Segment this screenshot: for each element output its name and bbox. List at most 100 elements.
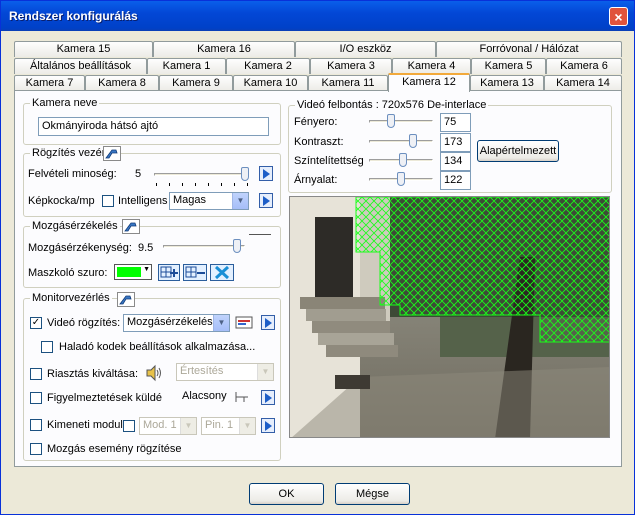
video-rec-checkbox[interactable]: ✓ — [30, 317, 42, 329]
tab-kamera-10[interactable]: Kamera 10 — [233, 75, 308, 91]
intelligent-checkbox[interactable] — [102, 195, 114, 207]
tab-kamera-7[interactable]: Kamera 7 — [14, 75, 85, 91]
output-pin-select[interactable]: Pin. 1 ▼ — [201, 417, 256, 435]
ok-button[interactable]: OK — [249, 483, 324, 505]
tab-kamera-16[interactable]: Kamera 16 — [153, 41, 295, 57]
quality-apply-button[interactable] — [259, 166, 273, 181]
hue-input[interactable]: 122 — [440, 171, 471, 190]
brightness-label: Fényero: — [294, 116, 338, 128]
monitor-control-label: Monitorvezérlés — [30, 292, 112, 304]
output-module-sub-checkbox[interactable] — [123, 420, 135, 432]
mask-color-picker[interactable]: ▼ — [114, 264, 152, 280]
saturation-slider-thumb[interactable] — [399, 153, 407, 167]
alarm-checkbox[interactable] — [30, 368, 42, 380]
tab-general-settings[interactable]: Általános beállítások — [14, 58, 147, 74]
hue-slider-thumb[interactable] — [397, 172, 405, 186]
default-button[interactable]: Alapértelmezett — [477, 140, 559, 162]
contrast-input[interactable]: 173 — [440, 133, 471, 152]
quality-label: Felvételi minoség: — [28, 168, 117, 180]
tab-io-device[interactable]: I/O eszköz — [295, 41, 436, 57]
grid-add-icon — [160, 266, 178, 278]
chevron-down-icon[interactable]: ▼ — [257, 364, 273, 380]
tab-kamera-13[interactable]: Kamera 13 — [470, 75, 544, 91]
advanced-codec-checkbox[interactable] — [41, 341, 53, 353]
camera-preview[interactable] — [289, 196, 610, 438]
saturation-input[interactable]: 134 — [440, 152, 471, 171]
brightness-slider-thumb[interactable] — [387, 114, 395, 128]
video-rec-select[interactable]: Mozgásérzékelés ▼ — [123, 314, 230, 332]
recording-control-label: Rögzítés vezér — [30, 147, 108, 159]
mask-filter-label: Maszkoló szuro: — [28, 267, 108, 279]
saturation-label: Színtelítettség — [294, 155, 364, 167]
chevron-down-icon[interactable]: ▼ — [232, 193, 248, 209]
warnings-label: Figyelmeztetések küldé — [47, 392, 162, 404]
fps-select[interactable]: Magas ▼ — [169, 192, 249, 210]
motion-settings-icon[interactable] — [122, 219, 140, 234]
fps-apply-button[interactable] — [259, 193, 273, 208]
mask-add-button[interactable] — [158, 264, 180, 281]
alarm-label: Riasztás kiváltása: — [47, 368, 139, 380]
tab-kamera-11[interactable]: Kamera 11 — [308, 75, 388, 91]
brightness-slider-track[interactable] — [369, 120, 433, 123]
warnings-checkbox[interactable] — [30, 392, 42, 404]
fps-select-value: Magas — [173, 194, 207, 206]
camera-preview-image — [290, 197, 609, 437]
dialog-window: Rendszer konfigurálás × Kamera 15 Kamera… — [0, 0, 635, 515]
tab-kamera-15[interactable]: Kamera 15 — [14, 41, 153, 57]
title-bar[interactable]: Rendszer konfigurálás × — [1, 1, 634, 31]
contrast-label: Kontraszt: — [294, 136, 344, 148]
tab-kamera-12[interactable]: Kamera 12 — [388, 73, 470, 92]
chevron-down-icon[interactable]: ▼ — [213, 315, 229, 331]
output-mod-select[interactable]: Mod. 1 ▼ — [139, 417, 197, 435]
tab-hotline-network[interactable]: Forróvonal / Hálózat — [436, 41, 622, 57]
record-settings-icon[interactable] — [235, 314, 255, 331]
alarm-select-value: Értesítés — [180, 365, 224, 377]
camera-name-input[interactable]: Okmányiroda hátsó ajtó — [38, 117, 269, 136]
alarm-select[interactable]: Értesítés ▼ — [176, 363, 274, 381]
cancel-button[interactable]: Mégse — [335, 483, 410, 505]
window-title: Rendszer konfigurálás — [9, 9, 138, 23]
tab-kamera-4[interactable]: Kamera 4 — [392, 58, 471, 74]
tab-kamera-3[interactable]: Kamera 3 — [310, 58, 392, 74]
close-button[interactable]: × — [609, 7, 628, 26]
tab-kamera-2[interactable]: Kamera 2 — [226, 58, 310, 74]
tab-kamera-9[interactable]: Kamera 9 — [159, 75, 233, 91]
quality-slider-thumb[interactable] — [241, 167, 249, 181]
brightness-input[interactable]: 75 — [440, 113, 471, 132]
video-rec-apply-button[interactable] — [261, 315, 275, 330]
grid-remove-icon — [185, 266, 205, 278]
hue-label: Árnyalat: — [294, 174, 338, 186]
mask-remove-button[interactable] — [183, 264, 207, 281]
speaker-icon — [144, 364, 164, 382]
intelligent-label: Intelligens — [118, 195, 168, 207]
output-module-checkbox[interactable] — [30, 419, 42, 431]
tab-kamera-14[interactable]: Kamera 14 — [544, 75, 622, 91]
sensitivity-scale-mark — [249, 234, 271, 243]
motion-event-checkbox[interactable] — [30, 443, 42, 455]
warnings-level-label: Alacsony — [182, 390, 227, 402]
video-resolution-label: Videó felbontás : 720x576 De-interlace — [295, 99, 489, 111]
output-apply-button[interactable] — [261, 418, 275, 433]
monitor-settings-icon[interactable] — [117, 292, 135, 307]
output-pin-select-value: Pin. 1 — [205, 419, 234, 431]
tab-kamera-8[interactable]: Kamera 8 — [85, 75, 159, 91]
camera-name-label: Kamera neve — [30, 97, 100, 109]
tab-kamera-5[interactable]: Kamera 5 — [471, 58, 546, 74]
tab-kamera-6[interactable]: Kamera 6 — [546, 58, 622, 74]
motion-detection-label: Mozgásérzékelés — [30, 220, 120, 232]
warnings-apply-button[interactable] — [261, 390, 275, 405]
recording-settings-icon[interactable] — [103, 146, 121, 161]
video-rec-label: Videó rögzítés: — [47, 317, 121, 329]
quality-slider-track[interactable] — [154, 173, 249, 176]
quality-slider-ticks — [156, 183, 248, 186]
tab-kamera-1[interactable]: Kamera 1 — [147, 58, 226, 74]
warnings-level-slider[interactable] — [234, 390, 250, 404]
mask-clear-button[interactable] — [210, 264, 234, 281]
sensitivity-slider-thumb[interactable] — [233, 239, 242, 253]
contrast-slider-thumb[interactable] — [409, 134, 417, 148]
clear-x-icon — [214, 265, 230, 280]
quality-value: 5 — [135, 168, 142, 180]
chevron-down-icon[interactable]: ▼ — [180, 418, 196, 434]
contrast-slider-track[interactable] — [369, 140, 433, 143]
chevron-down-icon[interactable]: ▼ — [239, 418, 255, 434]
